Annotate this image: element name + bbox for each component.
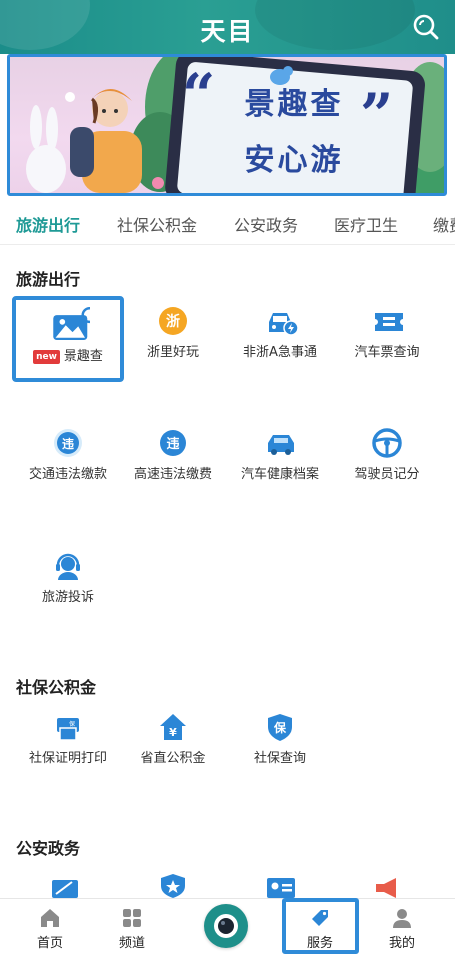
service-item[interactable]: 浙 浙里好玩 — [121, 306, 225, 362]
insurance-glyph: 保 — [69, 720, 75, 728]
service-item[interactable]: 保 社保查询 — [228, 712, 332, 768]
nav-mine-label: 我的 — [388, 936, 415, 951]
service-label: 高速违法缴费 — [133, 467, 212, 482]
printer-icon: 保 — [57, 718, 79, 741]
service-item[interactable]: 汽车健康档案 — [228, 428, 332, 484]
nav-mine[interactable]: 我的 — [372, 907, 432, 951]
category-tabs: 旅游出行 社保公积金 公安政务 医疗卫生 缴费 — [0, 200, 455, 245]
section-title-travel: 旅游出行 — [16, 270, 81, 289]
service-label: 浙里好玩 — [146, 345, 199, 360]
car-lightning-icon — [269, 313, 298, 336]
nav-home[interactable]: 首页 — [20, 907, 80, 951]
tab-medical[interactable]: 医疗卫生 — [334, 212, 398, 236]
shield-insurance-icon: 保 — [268, 714, 292, 741]
service-label: 旅游投诉 — [41, 590, 94, 605]
section-title-social-security: 社保公积金 — [16, 678, 97, 697]
service-item[interactable]: ¥ 省直公积金 — [121, 712, 225, 768]
tab-social-security[interactable]: 社保公积金 — [117, 212, 197, 236]
center-camera-button[interactable] — [204, 904, 248, 948]
grid-icon — [123, 909, 141, 927]
section-title-police-affairs: 公安政务 — [16, 839, 81, 858]
tab-payment[interactable]: 缴费 — [433, 212, 455, 236]
camera-lens-icon — [214, 914, 238, 938]
service-label: 社保查询 — [253, 751, 306, 766]
app-logo: 天目 — [200, 17, 255, 46]
service-label: 交通违法缴款 — [28, 467, 107, 482]
service-label: 社保证明打印 — [28, 751, 107, 766]
service-label: 省直公积金 — [140, 751, 206, 766]
nav-channel-label: 频道 — [118, 936, 145, 951]
zhe-badge-icon: 浙 — [159, 307, 187, 335]
zhe-glyph: 浙 — [166, 313, 180, 330]
tab-police-affairs[interactable]: 公安政务 — [234, 212, 298, 236]
violation-glyph: 违 — [62, 436, 74, 451]
nav-home-label: 首页 — [36, 936, 63, 951]
id-card-icon[interactable] — [265, 876, 297, 898]
violation-glyph: 违 — [166, 436, 179, 452]
service-item[interactable]: 违 交通违法缴款 — [16, 428, 120, 484]
home-icon — [41, 909, 59, 927]
traffic-violation-icon: 违 — [54, 429, 82, 457]
banner-title-line1: 景趣查 — [244, 87, 344, 122]
yuan-glyph: ¥ — [169, 726, 177, 739]
steering-wheel-icon — [372, 428, 402, 458]
insurance-glyph: 保 — [273, 720, 287, 735]
banner-title-line2: 安心游 — [244, 143, 344, 178]
service-item[interactable]: 驾驶员记分 — [335, 428, 439, 484]
service-label: 汽车健康档案 — [240, 467, 319, 482]
megaphone-icon[interactable] — [372, 876, 404, 898]
pen-document-icon[interactable] — [50, 876, 80, 898]
selection-highlight — [12, 296, 124, 382]
house-fund-icon: ¥ — [160, 714, 186, 740]
user-icon — [393, 909, 411, 928]
service-item[interactable]: 违 高速违法缴费 — [121, 428, 225, 484]
service-label: 驾驶员记分 — [354, 467, 420, 482]
service-label: 非浙A急事通 — [243, 345, 317, 360]
car-health-icon — [268, 435, 294, 455]
service-item[interactable]: 非浙A急事通 — [228, 306, 332, 362]
service-item[interactable]: 旅游投诉 — [16, 551, 120, 607]
bus-ticket-icon — [375, 313, 403, 331]
highway-violation-icon: 违 — [160, 430, 186, 456]
service-item[interactable]: 保 社保证明打印 — [16, 712, 120, 768]
nav-channel[interactable]: 频道 — [102, 907, 162, 951]
headset-icon — [56, 553, 80, 580]
search-icon[interactable] — [411, 12, 441, 42]
service-item[interactable]: 汽车票查询 — [335, 306, 439, 362]
selection-highlight — [282, 898, 359, 954]
service-label: 汽车票查询 — [354, 345, 420, 360]
tab-travel[interactable]: 旅游出行 — [16, 212, 80, 236]
promo-banner[interactable]: “ ” 景趣查 安心游 — [7, 54, 447, 196]
police-badge-icon[interactable] — [158, 872, 188, 898]
app-header: 天目 — [0, 0, 455, 54]
